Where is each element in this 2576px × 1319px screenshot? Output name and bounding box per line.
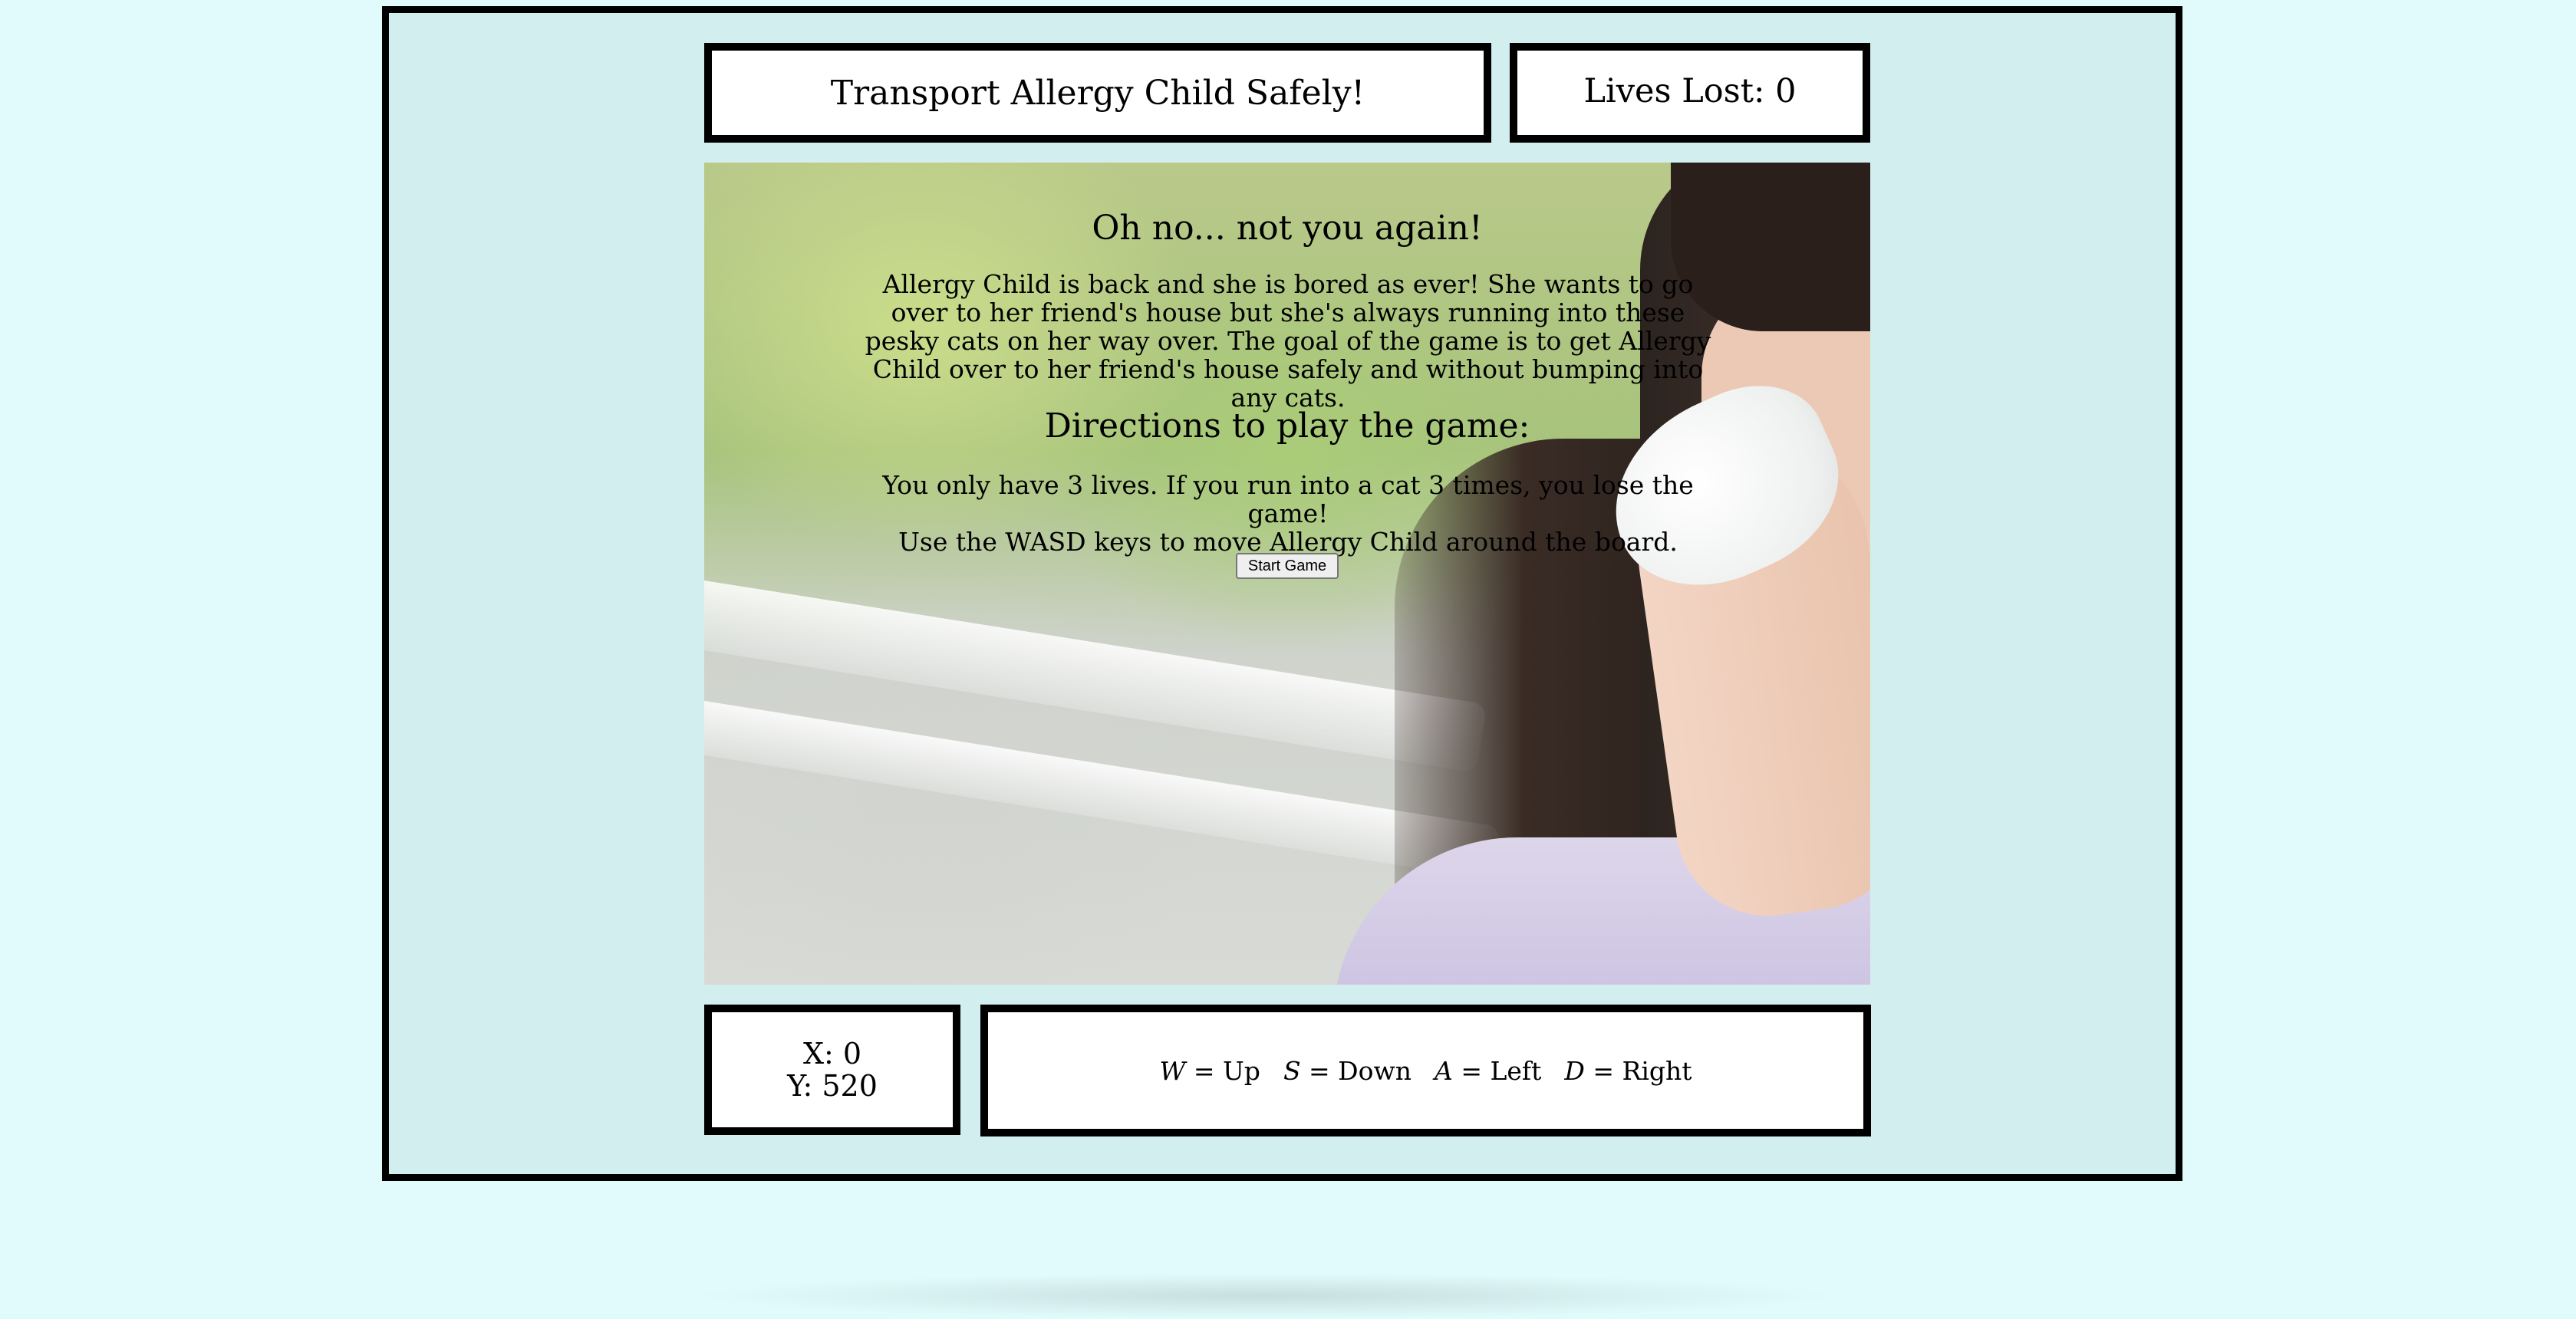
intro-description: Allergy Child is back and she is bored a… <box>865 269 1711 413</box>
lives-lost-counter: Lives Lost: 0 <box>1583 72 1797 110</box>
directions-text: You only have 3 lives. If you run into a… <box>855 471 1721 556</box>
lives-panel: Lives Lost: 0 <box>1510 43 1870 143</box>
control-right: D = Right <box>1564 1056 1692 1086</box>
key-w: W <box>1159 1055 1186 1086</box>
y-coordinate: Y: 520 <box>787 1069 878 1103</box>
directions-line: Use the WASD keys to move Allergy Child … <box>898 527 1678 557</box>
intro-heading: Oh no... not you again! <box>1092 209 1483 248</box>
control-left-label: = Left <box>1452 1055 1542 1086</box>
x-coordinate: X: 0 <box>802 1037 862 1071</box>
controls-panel: W = Up S = Down A = Left D = Right <box>980 1005 1871 1136</box>
game-title-panel: Transport Allergy Child Safely! <box>704 43 1491 143</box>
control-right-label: = Right <box>1584 1055 1692 1086</box>
control-down: S = Down <box>1283 1056 1412 1086</box>
directions-line: You only have 3 lives. If you run into a… <box>882 470 1694 528</box>
key-s: S <box>1283 1055 1301 1086</box>
control-up-label: = Up <box>1185 1055 1260 1086</box>
coordinates-panel: X: 0 Y: 520 <box>704 1005 960 1135</box>
key-d: D <box>1564 1055 1585 1086</box>
game-board[interactable]: Oh no... not you again! Allergy Child is… <box>704 163 1870 985</box>
directions-heading: Directions to play the game: <box>1044 406 1530 446</box>
control-left: A = Left <box>1435 1056 1541 1086</box>
control-down-label: = Down <box>1300 1055 1412 1086</box>
game-title: Transport Allergy Child Safely! <box>830 73 1365 113</box>
key-a: A <box>1435 1055 1453 1086</box>
bottom-shadow <box>690 1273 1841 1319</box>
start-game-button[interactable]: Start Game <box>1236 553 1339 579</box>
control-up: W = Up <box>1159 1056 1260 1086</box>
